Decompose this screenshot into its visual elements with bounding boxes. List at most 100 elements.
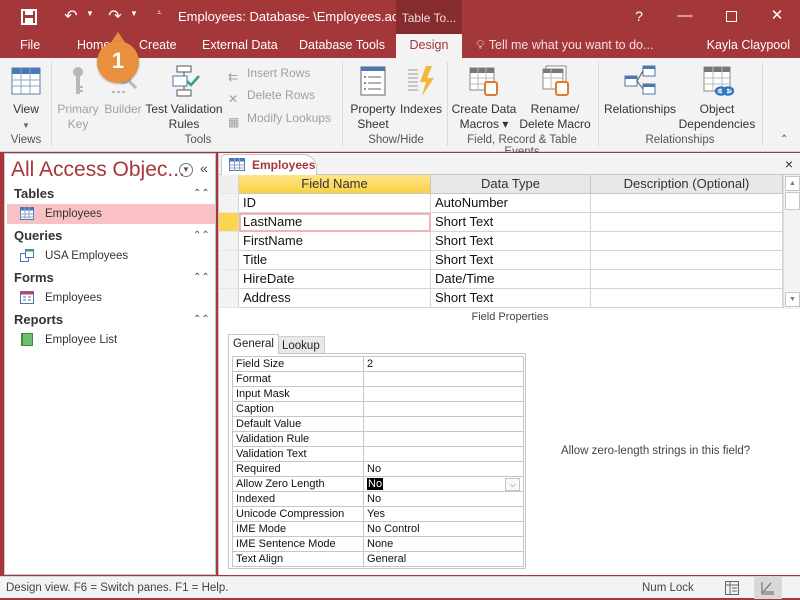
property-value[interactable] xyxy=(363,416,524,432)
tab-design[interactable]: Design xyxy=(396,34,462,58)
test-validation-rules-button[interactable]: Test Validation Rules xyxy=(144,64,224,132)
field-name-cell[interactable]: LastName xyxy=(239,213,431,232)
row-selector[interactable] xyxy=(219,213,239,232)
property-value[interactable]: No xyxy=(363,461,524,477)
row-selector[interactable] xyxy=(219,270,239,289)
relationships-button[interactable]: Relationships xyxy=(603,64,677,117)
nav-group-forms[interactable]: Forms xyxy=(14,270,54,285)
nav-item-employees-form[interactable]: Employees xyxy=(7,288,215,308)
description-cell[interactable] xyxy=(591,232,783,251)
property-value[interactable]: 2 xyxy=(363,356,524,372)
minimize-icon: — xyxy=(677,7,693,24)
scrollbar-thumb[interactable] xyxy=(785,192,800,210)
user-account[interactable]: Kayla Claypool xyxy=(707,34,790,58)
minimize-button[interactable]: — xyxy=(662,0,708,34)
nav-item-usa-employees-query[interactable]: USA Employees xyxy=(7,246,215,266)
primary-key-button[interactable]: Primary Key xyxy=(56,64,100,132)
nav-group-queries[interactable]: Queries xyxy=(14,228,62,243)
customize-qat-button[interactable]: ⩡ xyxy=(157,8,162,18)
data-type-cell[interactable]: Short Text xyxy=(431,213,591,232)
property-value[interactable] xyxy=(363,371,524,387)
modify-lookups-button[interactable]: ▦ Modify Lookups xyxy=(228,108,331,129)
dropdown-button[interactable]: ⌵ xyxy=(505,477,520,491)
design-view-icon xyxy=(761,582,774,595)
description-cell[interactable] xyxy=(591,289,783,308)
save-button[interactable] xyxy=(18,6,40,28)
data-type-cell[interactable]: Date/Time xyxy=(431,270,591,289)
property-sheet-button[interactable]: Property Sheet xyxy=(348,64,398,132)
help-button[interactable]: ? xyxy=(616,0,662,34)
select-all-corner[interactable] xyxy=(219,175,239,194)
property-name: Validation Text xyxy=(232,446,364,462)
row-selector[interactable] xyxy=(219,232,239,251)
object-dependencies-button[interactable]: Object Dependencies xyxy=(678,64,756,132)
allow-zero-length-dropdown[interactable]: No ⌵ xyxy=(363,476,524,492)
group-separator xyxy=(342,62,343,146)
property-value[interactable] xyxy=(363,431,524,447)
field-name-cell[interactable]: HireDate xyxy=(239,270,431,289)
property-value[interactable]: Yes xyxy=(363,506,524,522)
nav-pane-collapse-button[interactable]: « xyxy=(200,160,208,176)
row-selector[interactable] xyxy=(219,251,239,270)
scroll-up-button[interactable]: ▲ xyxy=(785,176,800,191)
redo-button[interactable]: ↷ xyxy=(104,6,126,28)
datasheet-view-button[interactable] xyxy=(718,577,746,599)
collapse-group-icon[interactable]: ⌃⌃ xyxy=(193,230,210,241)
row-selector[interactable] xyxy=(219,194,239,213)
field-name-cell[interactable]: ID xyxy=(239,194,431,213)
nav-item-label: Employees xyxy=(45,208,102,220)
indexes-button[interactable]: Indexes xyxy=(398,64,444,117)
table-icon xyxy=(20,207,34,220)
tell-me-search[interactable]: 💡︎ Tell me what you want to do... xyxy=(476,34,653,58)
document-tab-employees[interactable]: Employees xyxy=(221,154,317,176)
collapse-group-icon[interactable]: ⌃⌃ xyxy=(193,272,210,283)
collapse-group-icon[interactable]: ⌃⌃ xyxy=(193,188,210,199)
property-value[interactable] xyxy=(363,446,524,462)
collapse-group-icon[interactable]: ⌃⌃ xyxy=(193,314,210,325)
nav-item-employees-table[interactable]: Employees xyxy=(7,204,215,224)
tab-file[interactable]: File xyxy=(10,34,50,58)
redo-dropdown[interactable]: ▼ xyxy=(130,9,138,18)
data-type-cell[interactable]: Short Text xyxy=(431,289,591,308)
property-value[interactable]: No Control xyxy=(363,521,524,537)
close-document-button[interactable]: × xyxy=(785,156,793,172)
property-value[interactable]: No xyxy=(363,491,524,507)
scroll-down-button[interactable]: ▼ xyxy=(785,292,800,307)
data-type-cell[interactable]: Short Text xyxy=(431,251,591,270)
design-view-button[interactable] xyxy=(754,577,782,599)
description-cell[interactable] xyxy=(591,194,783,213)
property-value[interactable]: None xyxy=(363,536,524,552)
delete-rows-button[interactable]: ✕ Delete Rows xyxy=(228,85,315,106)
undo-dropdown[interactable]: ▼ xyxy=(86,9,94,18)
data-type-cell[interactable]: AutoNumber xyxy=(431,194,591,213)
nav-pane-title[interactable]: All Access Objec... xyxy=(11,158,185,182)
row-selector[interactable] xyxy=(219,289,239,308)
field-name-cell[interactable]: Address xyxy=(239,289,431,308)
insert-rows-button[interactable]: ⇇ Insert Rows xyxy=(228,63,310,84)
undo-button[interactable]: ↶ xyxy=(60,6,82,28)
tab-external-data[interactable]: External Data xyxy=(192,34,288,58)
nav-group-reports[interactable]: Reports xyxy=(14,312,63,327)
field-name-cell[interactable]: FirstName xyxy=(239,232,431,251)
nav-group-tables[interactable]: Tables xyxy=(14,186,54,201)
nav-item-employee-list-report[interactable]: Employee List xyxy=(7,330,215,350)
description-cell[interactable] xyxy=(591,270,783,289)
tab-lookup[interactable]: Lookup xyxy=(277,336,325,354)
description-cell[interactable] xyxy=(591,251,783,270)
collapse-ribbon-button[interactable]: ⌃ xyxy=(780,134,788,145)
tab-database-tools[interactable]: Database Tools xyxy=(289,34,395,58)
tab-general[interactable]: General xyxy=(228,334,279,354)
grid-vertical-scrollbar[interactable]: ▲ ▼ xyxy=(783,175,800,309)
view-button[interactable]: View ▼ xyxy=(6,64,46,133)
property-value[interactable] xyxy=(363,386,524,402)
create-data-macros-button[interactable]: Create Data Macros ▾ xyxy=(451,64,517,132)
nav-pane-menu-button[interactable]: ▼ xyxy=(179,163,193,177)
rename-delete-macro-button[interactable]: Rename/Delete Macro xyxy=(517,64,593,132)
maximize-button[interactable] xyxy=(708,0,754,34)
close-window-button[interactable]: ✕ xyxy=(754,0,800,34)
property-value[interactable] xyxy=(363,401,524,417)
data-type-cell[interactable]: Short Text xyxy=(431,232,591,251)
field-name-cell[interactable]: Title xyxy=(239,251,431,270)
description-cell[interactable] xyxy=(591,213,783,232)
property-value[interactable]: General xyxy=(363,551,524,567)
